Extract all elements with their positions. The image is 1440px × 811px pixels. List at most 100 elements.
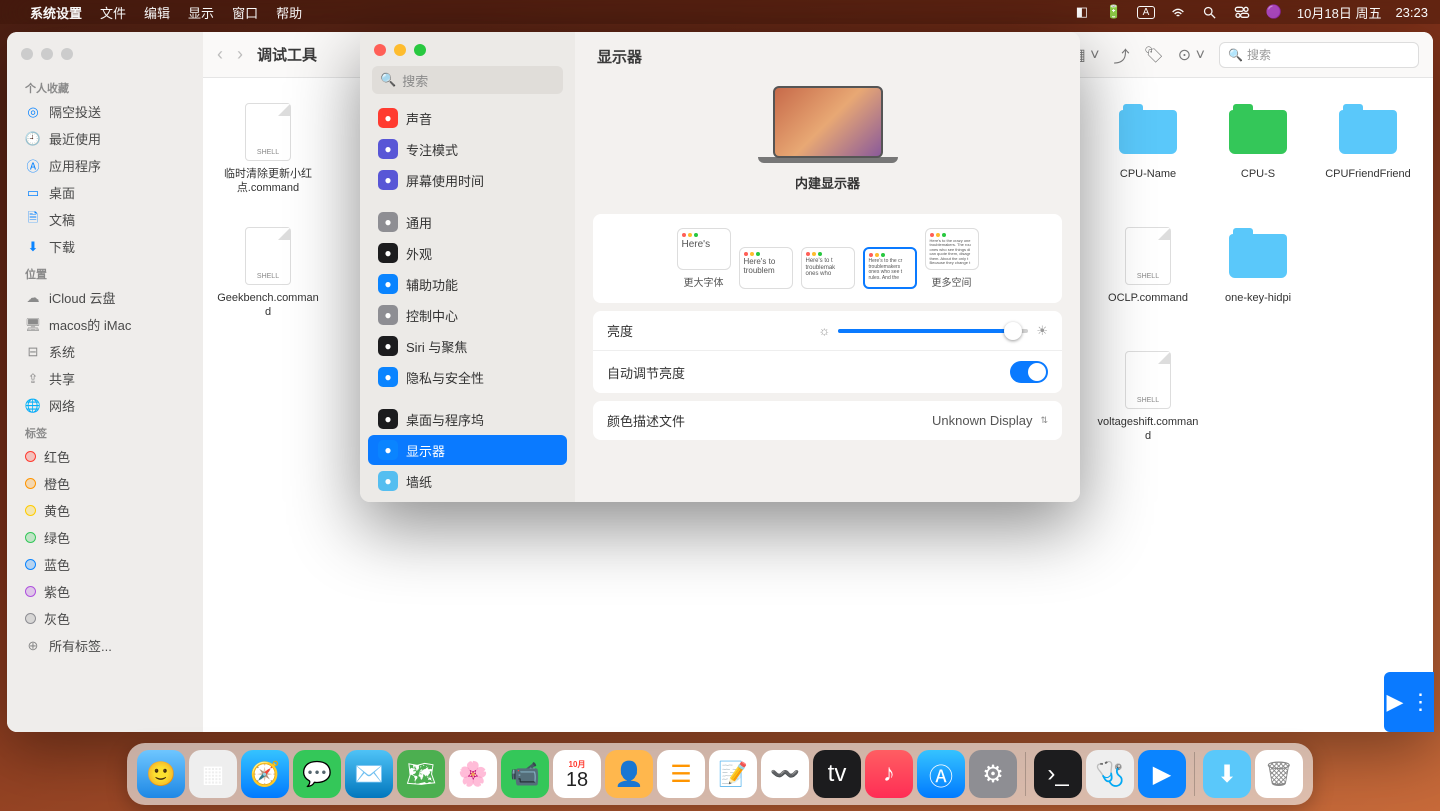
sidebar-desktop[interactable]: ▭桌面 [7, 179, 203, 206]
sidebar-system[interactable]: ⊟系统 [7, 338, 203, 365]
sidebar-network[interactable]: 🌐网络 [7, 392, 203, 419]
sidebar-tag[interactable]: 黄色 [7, 497, 203, 524]
dock-messages[interactable]: 💬 [293, 750, 341, 798]
settings-item[interactable]: ●Siri 与聚焦 [368, 331, 567, 361]
sidebar-tag[interactable]: 蓝色 [7, 551, 203, 578]
scale-option-4-selected[interactable]: Here's to the cr troublemakers ones who … [863, 247, 917, 289]
battery-icon[interactable]: 🔋 [1105, 4, 1123, 20]
spotlight-icon[interactable] [1201, 5, 1219, 20]
auto-brightness-toggle[interactable] [1010, 361, 1048, 383]
dock-diskutil[interactable]: 🩺 [1086, 750, 1134, 798]
settings-item[interactable]: ●隐私与安全性 [368, 362, 567, 392]
settings-item[interactable]: ●辅助功能 [368, 269, 567, 299]
menubar-time[interactable]: 23:23 [1395, 5, 1428, 20]
menu-edit[interactable]: 编辑 [144, 3, 170, 22]
tag-icon[interactable]: 🏷 [1143, 45, 1163, 65]
file-item[interactable]: SHELLvoltageshift.command [1093, 344, 1203, 464]
dock-freeform[interactable]: 〰️ [761, 750, 809, 798]
scale-option-larger[interactable]: Here's 更大字体 [677, 228, 731, 289]
settings-item[interactable]: ●控制中心 [368, 300, 567, 330]
scale-option-3[interactable]: Here's to t troublemak ones who [801, 247, 855, 289]
finder-search[interactable]: 🔍搜索 [1219, 42, 1419, 68]
file-item[interactable]: SHELL临时清除更新小红点.command [213, 96, 323, 216]
sidebar-tag[interactable]: 灰色 [7, 605, 203, 632]
input-source-icon[interactable]: A [1137, 6, 1155, 19]
dock-contacts[interactable]: 👤 [605, 750, 653, 798]
menu-file[interactable]: 文件 [100, 3, 126, 22]
sidebar-icloud[interactable]: ☁iCloud 云盘 [7, 284, 203, 311]
control-center-icon[interactable] [1233, 5, 1251, 19]
dock-launchpad[interactable]: ▦ [189, 750, 237, 798]
scale-option-more-space[interactable]: Here's to the crazy one troublemakers. T… [925, 228, 979, 289]
minimize-button[interactable] [394, 44, 406, 56]
dock-appstore[interactable]: Ⓐ [917, 750, 965, 798]
settings-item[interactable]: ●墙纸 [368, 466, 567, 496]
dock-downloads[interactable]: ⬇ [1203, 750, 1251, 798]
dock-trash[interactable]: 🗑 [1255, 750, 1303, 798]
dock-app-blue[interactable]: ▶ [1138, 750, 1186, 798]
dock-finder[interactable]: 🙂 [137, 750, 185, 798]
finder-traffic-lights[interactable] [7, 42, 203, 74]
dock-music[interactable]: ♪ [865, 750, 913, 798]
forward-button[interactable]: › [237, 44, 243, 65]
close-button[interactable] [374, 44, 386, 56]
dock-safari[interactable]: 🧭 [241, 750, 289, 798]
menu-help[interactable]: 帮助 [276, 3, 302, 22]
settings-item[interactable]: ●外观 [368, 238, 567, 268]
app-menu[interactable]: 系统设置 [30, 3, 82, 22]
dock-maps[interactable]: 🗺 [397, 750, 445, 798]
menu-view[interactable]: 显示 [188, 3, 214, 22]
brightness-slider[interactable] [838, 329, 1028, 333]
back-button[interactable]: ‹ [217, 44, 223, 65]
settings-item[interactable]: ●桌面与程序坞 [368, 404, 567, 434]
file-item[interactable]: CPUFriendFriend [1313, 96, 1423, 216]
status-icon[interactable]: ◧ [1073, 4, 1091, 20]
zoom-button[interactable] [414, 44, 426, 56]
action-icon[interactable]: ⊙ ˅ [1178, 45, 1205, 65]
dock-calendar[interactable]: 10月 18 [553, 750, 601, 798]
sidebar-recents[interactable]: 🕘最近使用 [7, 125, 203, 152]
settings-item[interactable]: ●屏幕使用时间 [368, 165, 567, 195]
settings-item[interactable]: ●显示器 [368, 435, 567, 465]
close-button[interactable] [21, 48, 33, 60]
file-item[interactable]: SHELLOCLP.command [1093, 220, 1203, 340]
siri-icon[interactable]: 🟣 [1265, 4, 1283, 20]
minimize-button[interactable] [41, 48, 53, 60]
settings-item[interactable]: ●声音 [368, 103, 567, 133]
settings-item[interactable]: ●屏幕保护程序 [368, 497, 567, 502]
menu-window[interactable]: 窗口 [232, 3, 258, 22]
share-icon[interactable]: ⤴ [1113, 43, 1129, 67]
file-item[interactable]: CPU-S [1203, 96, 1313, 216]
dock-facetime[interactable]: 📹 [501, 750, 549, 798]
wifi-icon[interactable] [1169, 4, 1187, 20]
sidebar-documents[interactable]: 🗎文稿 [7, 206, 203, 233]
sidebar-tag[interactable]: 紫色 [7, 578, 203, 605]
sidebar-shared[interactable]: ⇪共享 [7, 365, 203, 392]
color-profile-select[interactable]: Unknown Display ⇅ [932, 413, 1048, 428]
settings-item[interactable]: ●通用 [368, 207, 567, 237]
menubar-date[interactable]: 10月18日 周五 [1297, 3, 1382, 22]
sidebar-tag[interactable]: 红色 [7, 443, 203, 470]
settings-item[interactable]: ●专注模式 [368, 134, 567, 164]
dock-mail[interactable]: ✉️ [345, 750, 393, 798]
sidebar-tag[interactable]: 橙色 [7, 470, 203, 497]
dock-tv[interactable]: tv [813, 750, 861, 798]
sidebar-tag[interactable]: 绿色 [7, 524, 203, 551]
floating-widget[interactable]: ▶ ⋮ [1384, 672, 1434, 732]
sidebar-all-tags[interactable]: ⊕所有标签... [7, 632, 203, 659]
file-item[interactable]: CPU-Name [1093, 96, 1203, 216]
dock-settings[interactable]: ⚙ [969, 750, 1017, 798]
dock-terminal[interactable]: ›_ [1034, 750, 1082, 798]
sidebar-downloads[interactable]: ⬇下载 [7, 233, 203, 260]
dock-reminders[interactable]: ☰ [657, 750, 705, 798]
dock-notes[interactable]: 📝 [709, 750, 757, 798]
dock-photos[interactable]: 🌸 [449, 750, 497, 798]
settings-traffic-lights[interactable] [360, 32, 575, 66]
sidebar-imac[interactable]: 🖥macos的 iMac [7, 311, 203, 338]
settings-search[interactable]: 🔍 搜索 [372, 66, 563, 94]
scale-option-2[interactable]: Here's to troublem [739, 247, 793, 289]
file-item[interactable]: SHELLGeekbench.command [213, 220, 323, 340]
sidebar-applications[interactable]: Ⓐ应用程序 [7, 152, 203, 179]
file-item[interactable]: one-key-hidpi [1203, 220, 1313, 340]
zoom-button[interactable] [61, 48, 73, 60]
